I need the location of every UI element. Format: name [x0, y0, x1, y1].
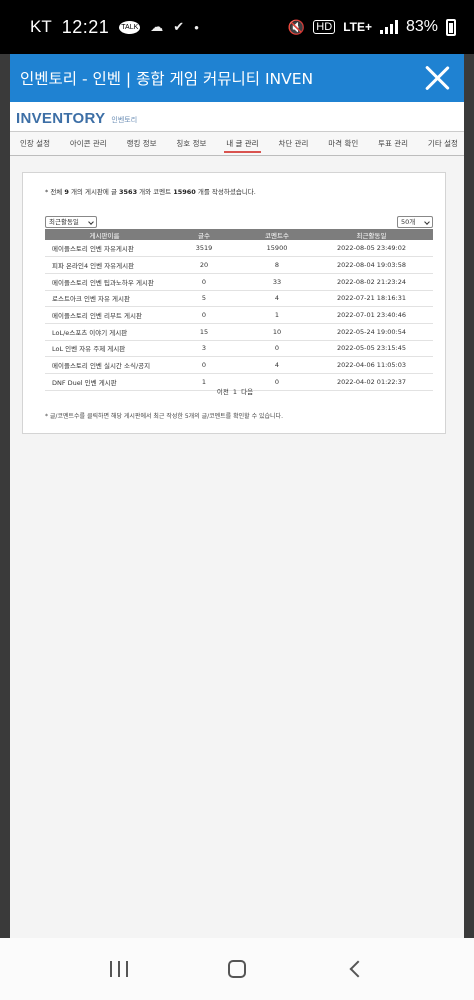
last-activity: 2022-04-06 11:05:03: [310, 356, 433, 374]
board-name-link[interactable]: 메이플스토리 인벤 실시간 소식/공지: [45, 356, 164, 374]
page-size-select[interactable]: 50개: [397, 216, 433, 228]
tab-bar: 인장 설정 아이콘 관리 랭킹 정보 칭호 정보 내 글 관리 차단 관리 마격…: [10, 132, 464, 156]
comment-count-link[interactable]: 15900: [244, 240, 310, 258]
comment-count-link[interactable]: 4: [244, 290, 310, 308]
hd-voice-icon: HD: [313, 20, 336, 34]
board-name-link[interactable]: 메이플스토리 인벤 팁과노하우 게시판: [45, 273, 164, 291]
battery-percent: 83%: [405, 18, 438, 35]
board-name-link[interactable]: 피파 온라인4 인벤 자유게시판: [45, 256, 164, 274]
comment-count-link[interactable]: 1: [244, 306, 310, 324]
board-name-link[interactable]: LoL/e스포츠 이야기 게시판: [45, 323, 164, 341]
comment-count-link[interactable]: 0: [244, 340, 310, 358]
last-activity: 2022-05-05 23:15:45: [310, 340, 433, 358]
tab-my-posts[interactable]: 내 글 관리: [224, 134, 261, 153]
chevron-down-icon: [424, 219, 430, 225]
table-row: 메이플스토리 인벤 팁과노하우 게시판 0 33 2022-08-02 21:2…: [45, 273, 433, 291]
comment-count-link[interactable]: 4: [244, 356, 310, 374]
check-icon: ✔: [173, 19, 185, 34]
cloud-icon: ☁: [150, 19, 164, 34]
current-page[interactable]: 1: [233, 388, 237, 396]
post-count-link[interactable]: 20: [164, 256, 244, 274]
tab-block-manage[interactable]: 차단 관리: [276, 134, 310, 153]
inventory-logo[interactable]: INVENTORY: [16, 110, 105, 127]
post-count-link[interactable]: 3519: [164, 240, 244, 258]
board-name-link[interactable]: 메이플스토리 인벤 자유게시판: [45, 240, 164, 258]
last-activity: 2022-08-04 19:03:58: [310, 256, 433, 274]
kakaotalk-icon: TALK: [119, 20, 141, 34]
table-row: LoL 인벤 자유 주제 게시판 3 0 2022-05-05 23:15:45: [45, 340, 433, 358]
board-name-link[interactable]: LoL 인벤 자유 주제 게시판: [45, 340, 164, 358]
tab-mark-check[interactable]: 마격 확인: [326, 134, 360, 153]
home-icon[interactable]: [217, 949, 257, 989]
table-row: 메이플스토리 인벤 리부트 게시판 0 1 2022-07-01 23:40:4…: [45, 306, 433, 324]
table-row: LoL/e스포츠 이야기 게시판 15 10 2022-05-24 19:00:…: [45, 323, 433, 341]
browser-dialog: 인벤토리 - 인벤 | 종합 게임 커뮤니티 INVEN INVENTORY 인…: [10, 54, 464, 938]
tab-title-info[interactable]: 칭호 정보: [174, 134, 208, 153]
prev-page-link[interactable]: 이전: [217, 388, 229, 396]
footnote: * 글/코멘트수를 클릭하면 해당 게시판에서 최근 작성한 5개의 글/코멘트…: [45, 413, 283, 420]
back-icon[interactable]: [335, 949, 375, 989]
post-count-link[interactable]: 5: [164, 290, 244, 308]
col-board-name[interactable]: 게시판이름: [45, 229, 164, 240]
last-activity: 2022-05-24 19:00:54: [310, 323, 433, 341]
board-activity-table: 게시판이름 글수 코멘트수 최근활동일 메이플스토리 인벤 자유게시판 3519…: [45, 229, 433, 391]
recent-apps-icon[interactable]: [99, 949, 139, 989]
tab-vote-manage[interactable]: 투표 관리: [376, 134, 410, 153]
post-count-link[interactable]: 3: [164, 340, 244, 358]
tab-ranking[interactable]: 랭킹 정보: [125, 134, 159, 153]
table-row: 메이플스토리 인벤 자유게시판 3519 15900 2022-08-05 23…: [45, 240, 433, 258]
status-bar: KT 12:21 TALK ☁ ✔ • 🔇 HD LTE+ 83%: [0, 0, 474, 54]
tab-other-settings[interactable]: 기타 설정: [426, 134, 460, 153]
signal-icon: [379, 20, 398, 34]
tab-icon-manage[interactable]: 아이콘 관리: [68, 134, 109, 153]
carrier-label: KT: [30, 17, 52, 36]
last-activity: 2022-08-02 21:23:24: [310, 273, 433, 291]
dialog-titlebar: 인벤토리 - 인벤 | 종합 게임 커뮤니티 INVEN: [10, 54, 464, 102]
table-header-row: 게시판이름 글수 코멘트수 최근활동일: [45, 229, 433, 240]
inventory-logo-sub: 인벤토리: [111, 116, 138, 124]
close-icon[interactable]: [422, 63, 452, 93]
mute-icon: 🔇: [287, 18, 306, 35]
table-row: 메이플스토리 인벤 실시간 소식/공지 0 4 2022-04-06 11:05…: [45, 356, 433, 374]
post-summary: * 전체 9 개의 게시판에 글 3563 개와 코멘트 15960 개를 작성…: [45, 188, 256, 196]
site-header: INVENTORY 인벤토리: [10, 102, 464, 132]
comment-count-link[interactable]: 33: [244, 273, 310, 291]
battery-icon: [446, 18, 456, 36]
last-activity: 2022-08-05 23:49:02: [310, 240, 433, 258]
comment-count-link[interactable]: 10: [244, 323, 310, 341]
system-nav-bar: [0, 938, 474, 1000]
post-count-link[interactable]: 15: [164, 323, 244, 341]
last-activity: 2022-07-21 18:16:31: [310, 290, 433, 308]
chevron-down-icon: [88, 219, 94, 225]
clock: 12:21: [61, 16, 110, 37]
tab-seal-settings[interactable]: 인장 설정: [18, 134, 52, 153]
post-count-link[interactable]: 0: [164, 306, 244, 324]
post-count: 3563: [119, 188, 138, 196]
table-row: 로스트아크 인벤 자유 게시판 5 4 2022-07-21 18:16:31: [45, 290, 433, 308]
my-posts-panel: * 전체 9 개의 게시판에 글 3563 개와 코멘트 15960 개를 작성…: [22, 172, 446, 434]
comment-count: 15960: [173, 188, 196, 196]
dialog-title: 인벤토리 - 인벤 | 종합 게임 커뮤니티 INVEN: [20, 70, 314, 88]
web-page[interactable]: INVENTORY 인벤토리 인장 설정 아이콘 관리 랭킹 정보 칭호 정보 …: [10, 102, 464, 938]
sort-select[interactable]: 최근활동일: [45, 216, 97, 228]
notification-dot: •: [194, 19, 199, 35]
comment-count-link[interactable]: 8: [244, 256, 310, 274]
board-name-link[interactable]: 로스트아크 인벤 자유 게시판: [45, 290, 164, 308]
col-post-count[interactable]: 글수: [164, 229, 244, 240]
col-comment-count[interactable]: 코멘트수: [244, 229, 310, 240]
board-name-link[interactable]: 메이플스토리 인벤 리부트 게시판: [45, 306, 164, 324]
next-page-link[interactable]: 다음: [241, 388, 253, 396]
post-count-link[interactable]: 0: [164, 273, 244, 291]
network-type: LTE+: [343, 20, 372, 34]
last-activity: 2022-07-01 23:40:46: [310, 306, 433, 324]
post-count-link[interactable]: 0: [164, 356, 244, 374]
pagination: 이전 1 다음: [23, 386, 447, 396]
table-row: 피파 온라인4 인벤 자유게시판 20 8 2022-08-04 19:03:5…: [45, 256, 433, 274]
col-last-activity[interactable]: 최근활동일: [310, 229, 433, 240]
